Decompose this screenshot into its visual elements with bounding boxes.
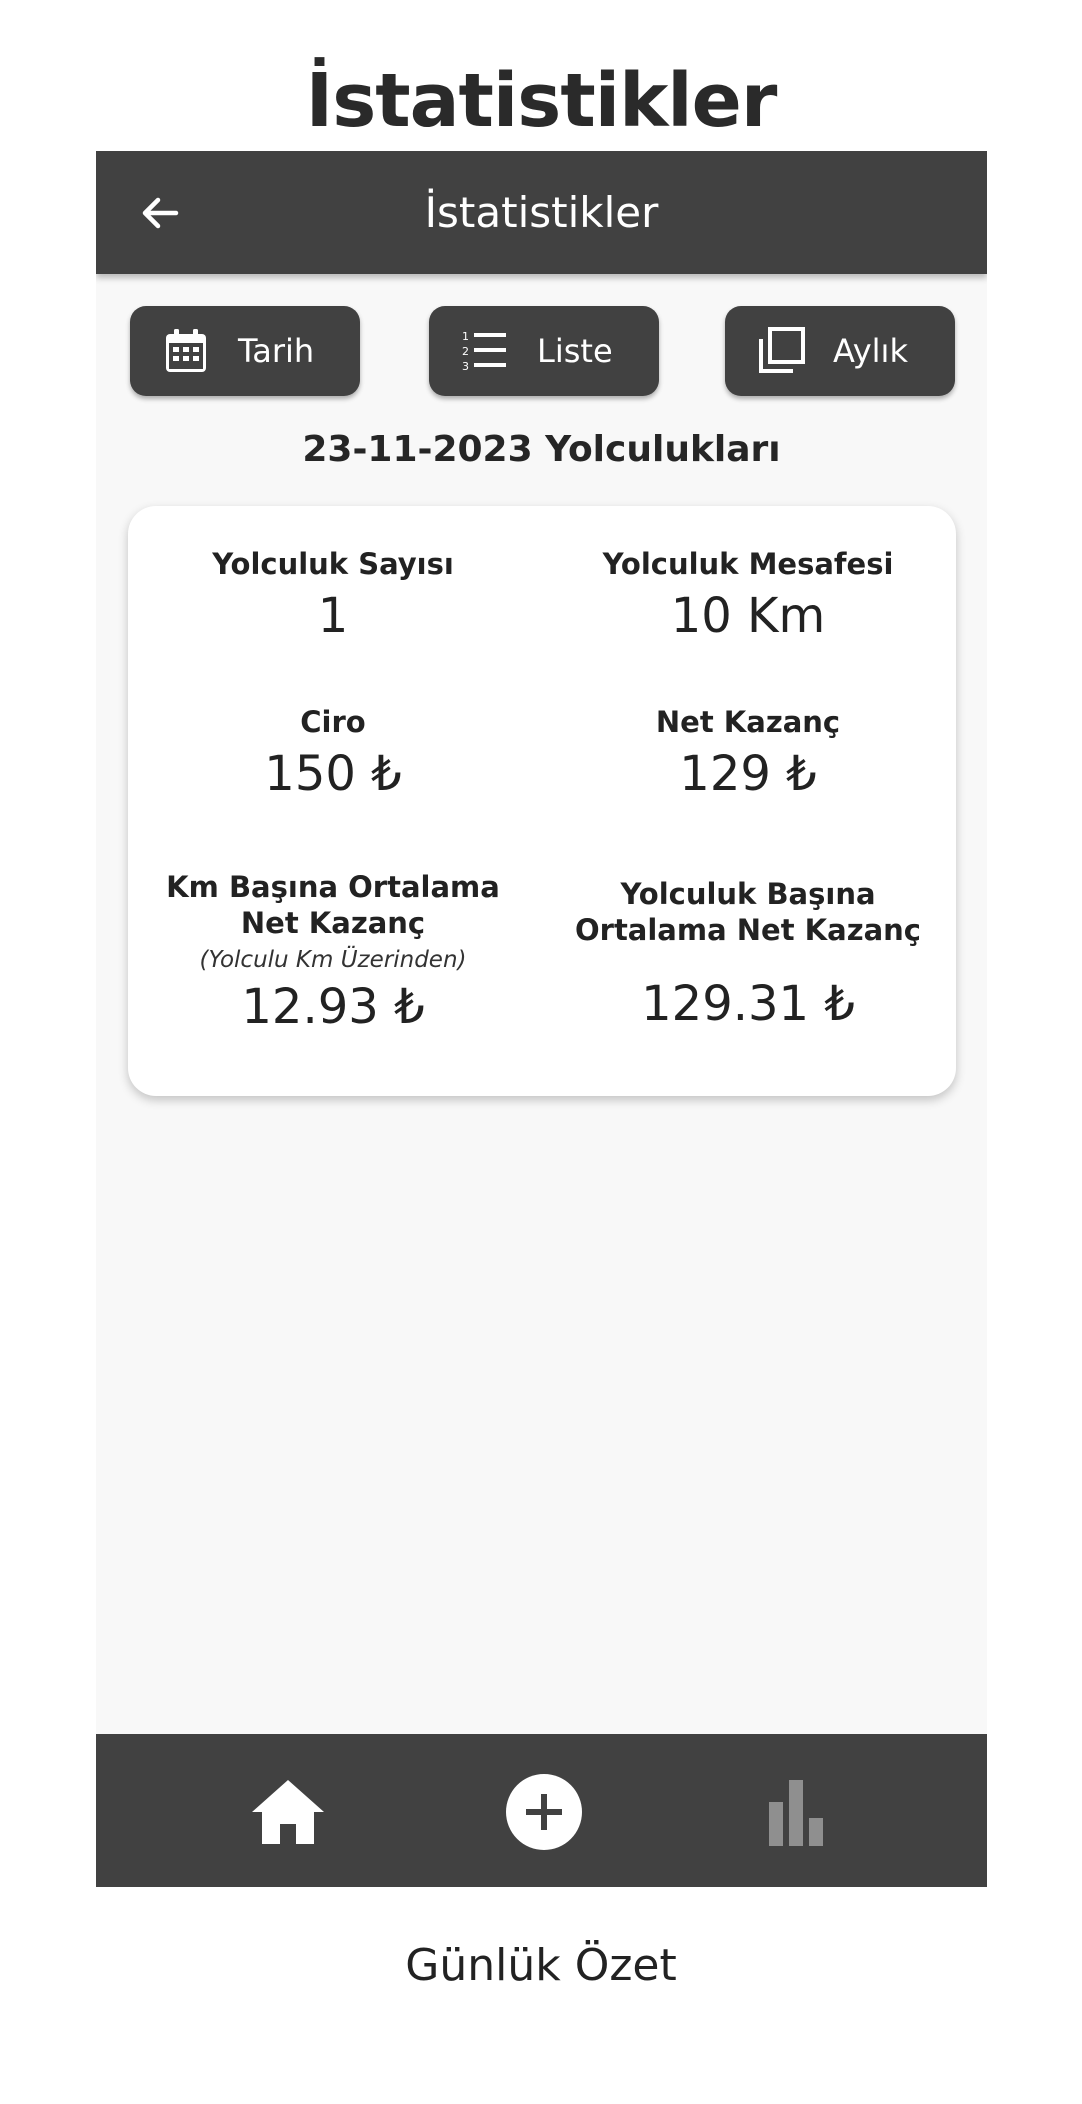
monthly-button-label: Aylık	[833, 332, 908, 370]
stat-label: Ciro	[300, 705, 366, 739]
bar-chart-icon[interactable]	[756, 1772, 836, 1852]
stat-value: 150 ₺	[264, 746, 402, 802]
stats-card: Yolculuk Sayısı 1 Yolculuk Mesafesi 10 K…	[128, 506, 956, 1096]
monthly-button[interactable]: Aylık	[725, 306, 955, 396]
library-icon	[755, 325, 807, 377]
app-bar: İstatistikler	[96, 151, 987, 274]
stat-value: 129.31 ₺	[641, 976, 855, 1032]
bottom-navigation	[96, 1734, 987, 1887]
screenshot-caption-bottom: Günlük Özet	[405, 1940, 677, 1991]
stat-label: Yolculuk Sayısı	[212, 547, 454, 581]
stat-value: 10 Km	[670, 588, 826, 644]
stat-label: Yolculuk Mesafesi	[602, 547, 894, 581]
stat-value: 129 ₺	[679, 746, 817, 802]
stat-sublabel: (Yolculu Km Üzerinden)	[199, 947, 467, 973]
add-circle-icon[interactable]	[504, 1772, 584, 1852]
stat-trip-count: Yolculuk Sayısı 1	[143, 546, 523, 644]
stat-label-line1: Km Başına Ortalama	[166, 870, 500, 904]
phone-screen: İstatistikler Tarih 1 2 3 Liste Aylık 23…	[96, 151, 987, 1887]
svg-text:2: 2	[462, 345, 469, 358]
page-title: İstatistikler	[424, 188, 659, 237]
stat-net-income: Net Kazanç 129 ₺	[558, 704, 938, 802]
date-button[interactable]: Tarih	[130, 306, 360, 396]
stat-label-line2: Ortalama Net Kazanç	[574, 913, 921, 947]
list-button[interactable]: 1 2 3 Liste	[429, 306, 659, 396]
svg-text:1: 1	[462, 330, 469, 343]
stat-avg-per-trip: Yolculuk Başına Ortalama Net Kazanç 129.…	[558, 876, 938, 1032]
arrow-back-icon[interactable]	[136, 189, 184, 237]
section-title: 23-11-2023 Yolculukları	[302, 429, 781, 470]
list-button-label: Liste	[537, 332, 613, 370]
svg-text:3: 3	[462, 360, 469, 373]
stat-label-line1: Yolculuk Başına	[620, 877, 876, 911]
stat-value: 1	[317, 588, 349, 644]
stat-label: Net Kazanç	[655, 705, 841, 739]
numbered-list-icon: 1 2 3	[459, 325, 511, 377]
calendar-icon	[160, 325, 212, 377]
home-icon[interactable]	[248, 1772, 328, 1852]
date-button-label: Tarih	[238, 332, 315, 370]
stat-avg-per-km: Km Başına Ortalama Net Kazanç (Yolculu K…	[143, 869, 523, 1035]
stat-label-line2: Net Kazanç	[240, 906, 426, 940]
stat-revenue: Ciro 150 ₺	[143, 704, 523, 802]
screenshot-caption-title: İstatistikler	[305, 58, 778, 144]
stat-value: 12.93 ₺	[241, 979, 425, 1035]
stat-trip-distance: Yolculuk Mesafesi 10 Km	[558, 546, 938, 644]
